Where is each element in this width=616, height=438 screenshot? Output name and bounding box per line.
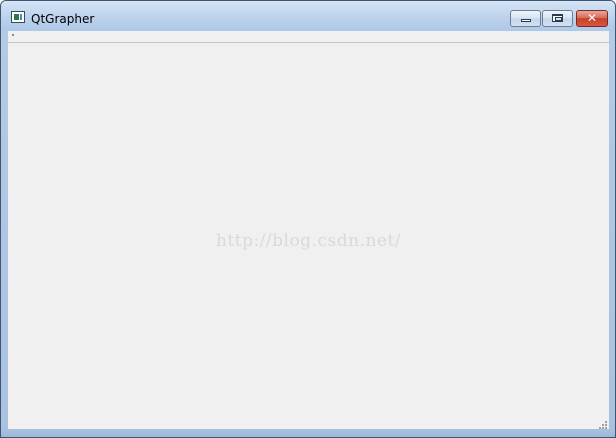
app-window-icon[interactable] [11, 11, 25, 23]
minimize-icon [521, 19, 531, 22]
close-icon: ✕ [586, 11, 598, 25]
app-icon-graph-part [14, 14, 19, 20]
maximize-icon [552, 14, 563, 22]
watermark-text: http://blog.csdn.net/ [215, 231, 402, 251]
menu-bar[interactable] [8, 31, 609, 43]
menu-bar-handle-icon [12, 34, 14, 36]
maximize-icon-inner [555, 17, 562, 21]
window-title: QtGrapher [31, 12, 95, 26]
grip-dot [605, 424, 607, 426]
client-area: http://blog.csdn.net/ [8, 31, 609, 431]
title-bar[interactable]: QtGrapher ✕ [1, 1, 615, 31]
grip-dot [602, 424, 604, 426]
central-widget[interactable]: http://blog.csdn.net/ [8, 43, 609, 431]
window-bottom-frame[interactable] [1, 429, 615, 437]
size-grip-icon[interactable] [597, 419, 607, 429]
close-button[interactable]: ✕ [576, 10, 608, 27]
minimize-button[interactable] [510, 10, 541, 27]
maximize-button[interactable] [542, 10, 573, 27]
grip-dot [605, 421, 607, 423]
app-window: QtGrapher ✕ http://blog.csdn.net/ [0, 0, 616, 438]
app-icon-accent-part [20, 14, 22, 20]
